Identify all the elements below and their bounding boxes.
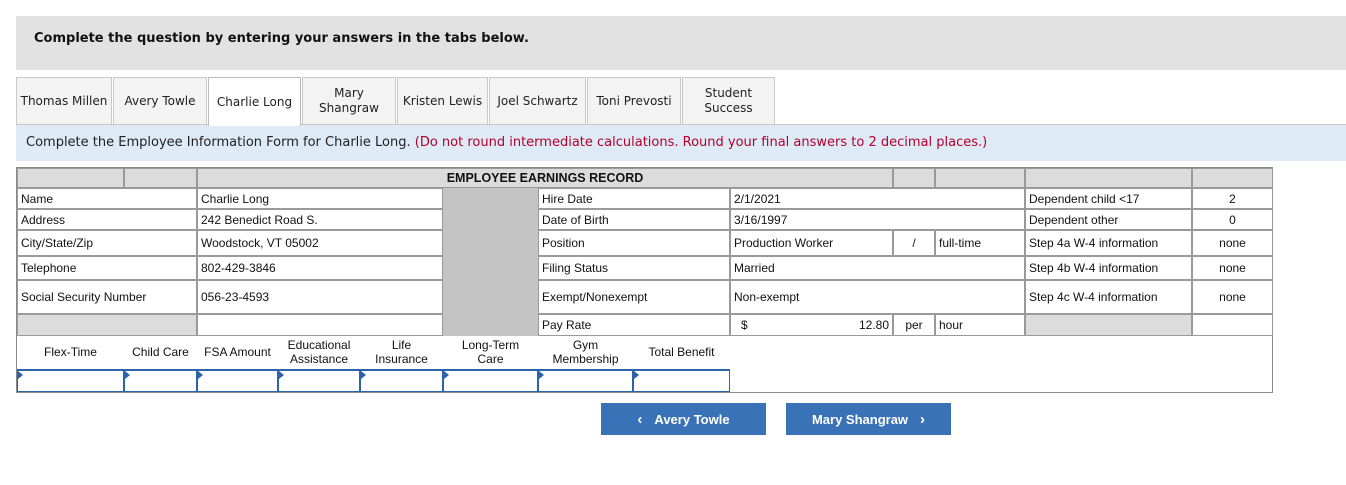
value-pay-rate: 12.80 [858, 318, 889, 332]
value-dep-other: 0 [1192, 209, 1273, 230]
label-step4a: Step 4a W-4 information [1025, 230, 1192, 256]
value-ssn: 056-23-4593 [197, 280, 443, 314]
input-marker-icon [279, 371, 284, 379]
label-position: Position [538, 230, 730, 256]
gym-membership-input[interactable] [538, 369, 633, 392]
benefit-header-long-term-care: Long-Term Care [461, 338, 520, 366]
input-marker-icon [634, 371, 639, 379]
header-blank-2 [124, 168, 197, 188]
spacer-gray [443, 256, 538, 280]
value-dep-child: 2 [1192, 188, 1273, 209]
label-dob: Date of Birth [538, 209, 730, 230]
child-care-input[interactable] [124, 369, 197, 392]
benefit-header-fsa-amount: FSA Amount [204, 345, 271, 359]
instruction-bar: Complete the Employee Information Form f… [16, 125, 1346, 161]
benefit-header-total-benefit: Total Benefit [648, 345, 715, 359]
benefit-header-child-care: Child Care [132, 345, 189, 359]
total-benefit-input[interactable] [633, 369, 730, 392]
label-dep-other: Dependent other [1025, 209, 1192, 230]
value-step4c: none [1192, 280, 1273, 314]
input-marker-icon [198, 371, 203, 379]
row6-blank-right [1192, 314, 1273, 336]
value-dob: 3/16/1997 [730, 209, 1025, 230]
tab-charlie-long[interactable]: Charlie Long [208, 77, 301, 126]
spacer-gray [443, 209, 538, 230]
header-blank-3 [893, 168, 935, 188]
value-exempt: Non-exempt [730, 280, 1025, 314]
benefit-header-flex-time: Flex-Time [44, 345, 97, 359]
input-marker-icon [18, 371, 23, 379]
tab-toni-prevosti[interactable]: Toni Prevosti [587, 77, 681, 124]
chevron-left-icon: ‹ [637, 410, 643, 428]
pay-rate-cell: $ 12.80 [730, 314, 893, 336]
fsa-amount-input[interactable] [197, 369, 278, 392]
spacer-gray [443, 314, 538, 336]
value-step4a: none [1192, 230, 1273, 256]
value-hire-date: 2/1/2021 [730, 188, 1025, 209]
position-slash: / [893, 230, 935, 256]
label-step4b: Step 4b W-4 information [1025, 256, 1192, 280]
value-employment: full-time [935, 230, 1025, 256]
label-hire-date: Hire Date [538, 188, 730, 209]
value-position: Production Worker [730, 230, 893, 256]
question-instruction: Complete the question by entering your a… [34, 31, 529, 46]
question-header: Complete the question by entering your a… [16, 16, 1346, 70]
record-title: EMPLOYEE EARNINGS RECORD [197, 168, 893, 188]
header-blank-6 [1192, 168, 1273, 188]
label-dep-child: Dependent child <17 [1025, 188, 1192, 209]
benefit-header-gym-membership: Gym Membership [552, 338, 619, 366]
label-name: Name [17, 188, 197, 209]
educational-assistance-input[interactable] [278, 369, 360, 392]
prev-tab-button[interactable]: ‹ Avery Towle [601, 403, 766, 435]
input-marker-icon [125, 371, 130, 379]
tab-avery-towle[interactable]: Avery Towle [113, 77, 207, 124]
next-tab-label: Mary Shangraw [811, 411, 909, 427]
benefit-header-educational-assistance: Educational Assistance [287, 338, 351, 366]
label-step4c: Step 4c W-4 information [1025, 280, 1192, 314]
benefit-header-life-insurance: Life Insurance [375, 338, 428, 366]
next-tab-button[interactable]: Mary Shangraw › [786, 403, 951, 435]
value-telephone: 802-429-3846 [197, 256, 443, 280]
life-insurance-input[interactable] [360, 369, 443, 392]
long-term-care-input[interactable] [443, 369, 538, 392]
value-pay-unit: hour [935, 314, 1025, 336]
spacer-gray [443, 188, 538, 209]
label-address: Address [17, 209, 197, 230]
input-marker-icon [539, 371, 544, 379]
input-marker-icon [444, 371, 449, 379]
header-blank-1 [17, 168, 124, 188]
value-address: 242 Benedict Road S. [197, 209, 443, 230]
header-blank-4 [935, 168, 1025, 188]
spacer-gray [443, 230, 538, 256]
value-filing-status: Married [730, 256, 1025, 280]
row6-blank-gray-right [1025, 314, 1192, 336]
tab-thomas-millen[interactable]: Thomas Millen [16, 77, 112, 124]
label-ssn: Social Security Number [17, 280, 197, 314]
spacer-gray [443, 280, 538, 314]
label-telephone: Telephone [17, 256, 197, 280]
employee-earnings-record: EMPLOYEE EARNINGS RECORD Name Charlie Lo… [16, 167, 1273, 393]
value-name: Charlie Long [197, 188, 443, 209]
prev-tab-label: Avery Towle [654, 411, 730, 427]
pay-currency: $ [741, 318, 748, 332]
instruction-note: (Do not round intermediate calculations.… [414, 135, 988, 150]
tab-mary-shangraw[interactable]: Mary Shangraw [302, 77, 396, 124]
header-blank-5 [1025, 168, 1192, 188]
pay-per: per [893, 314, 935, 336]
value-step4b: none [1192, 256, 1273, 280]
row6-blank-gray [17, 314, 197, 336]
instruction-text: Complete the Employee Information Form f… [26, 135, 411, 150]
label-city: City/State/Zip [17, 230, 197, 256]
chevron-right-icon: › [920, 410, 926, 428]
label-pay-rate: Pay Rate [538, 314, 730, 336]
label-exempt: Exempt/Nonexempt [538, 280, 730, 314]
row6-blank [197, 314, 443, 336]
value-city: Woodstock, VT 05002 [197, 230, 443, 256]
tab-kristen-lewis[interactable]: Kristen Lewis [397, 77, 488, 124]
tab-student-success[interactable]: Student Success [682, 77, 775, 124]
label-filing-status: Filing Status [538, 256, 730, 280]
flex-time-input[interactable] [17, 369, 124, 392]
input-marker-icon [361, 371, 366, 379]
tab-joel-schwartz[interactable]: Joel Schwartz [489, 77, 586, 124]
